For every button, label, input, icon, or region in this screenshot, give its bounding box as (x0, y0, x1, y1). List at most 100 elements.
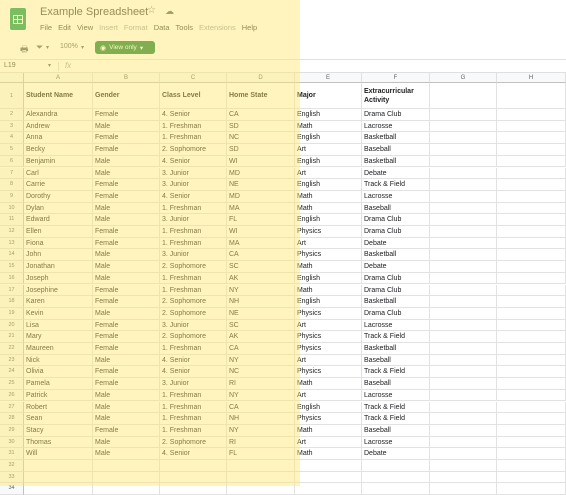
table-cell[interactable] (430, 249, 497, 262)
table-cell[interactable]: Female (93, 378, 160, 390)
star-icon[interactable]: ☆ (147, 5, 156, 16)
table-cell[interactable] (497, 226, 566, 238)
table-cell[interactable] (227, 460, 295, 472)
table-cell[interactable]: John (24, 249, 93, 262)
table-cell[interactable]: Will (24, 448, 93, 460)
table-cell[interactable]: Carrie (24, 179, 93, 191)
table-cell[interactable] (430, 483, 497, 495)
table-cell[interactable] (362, 483, 430, 495)
table-cell[interactable]: Physics (295, 307, 362, 320)
row-header[interactable]: 26 (0, 389, 24, 402)
table-cell[interactable]: Physics (295, 226, 362, 238)
column-header-g[interactable]: G (430, 73, 497, 83)
table-cell[interactable]: Male (93, 448, 160, 460)
table-cell[interactable]: 1. Freshman (160, 401, 227, 414)
table-cell[interactable] (430, 214, 497, 226)
table-cell[interactable] (93, 471, 160, 484)
menu-extensions[interactable]: Extensions (199, 23, 236, 32)
table-cell[interactable]: RI (227, 378, 295, 390)
table-cell[interactable]: 1. Freshman (160, 424, 227, 437)
table-cell[interactable]: Male (93, 413, 160, 425)
table-cell[interactable] (430, 448, 497, 460)
row-header[interactable]: 15 (0, 261, 24, 273)
table-cell[interactable]: 3. Junior (160, 378, 227, 390)
table-cell[interactable]: Joseph (24, 272, 93, 285)
cloud-status-icon[interactable]: ☁ (165, 6, 174, 17)
table-cell[interactable] (227, 471, 295, 484)
table-cell[interactable]: Physics (295, 366, 362, 379)
table-cell[interactable]: 1. Freshman (160, 284, 227, 297)
table-cell[interactable]: Math (295, 378, 362, 390)
row-header[interactable]: 32 (0, 460, 24, 472)
table-cell[interactable]: 2. Sophomore (160, 307, 227, 320)
table-cell[interactable] (497, 249, 566, 262)
chevron-down-icon[interactable]: ▾ (48, 62, 51, 69)
table-cell[interactable]: Female (93, 179, 160, 191)
table-cell[interactable] (295, 471, 362, 484)
row-header[interactable]: 16 (0, 272, 24, 285)
table-cell[interactable] (295, 483, 362, 495)
table-cell[interactable]: SC (227, 319, 295, 332)
table-cell[interactable]: Female (93, 284, 160, 297)
table-cell[interactable]: Male (93, 120, 160, 133)
table-cell[interactable]: Male (93, 261, 160, 273)
table-cell[interactable]: 2. Sophomore (160, 436, 227, 449)
table-cell[interactable]: Drama Club (362, 226, 430, 238)
table-cell[interactable] (24, 471, 93, 484)
table-cell[interactable]: Male (93, 354, 160, 367)
table-cell[interactable] (497, 272, 566, 285)
table-cell[interactable]: AK (227, 272, 295, 285)
table-cell[interactable]: WI (227, 226, 295, 238)
table-cell[interactable]: SC (227, 261, 295, 273)
header-cell[interactable]: Student Name (24, 83, 93, 109)
row-header[interactable]: 7 (0, 167, 24, 180)
header-cell[interactable]: Home State (227, 83, 295, 109)
table-cell[interactable]: English (295, 132, 362, 145)
table-cell[interactable]: 4. Senior (160, 155, 227, 168)
table-cell[interactable]: Lacrosse (362, 190, 430, 203)
row-header[interactable]: 3 (0, 120, 24, 133)
table-cell[interactable]: CA (227, 401, 295, 414)
table-cell[interactable]: 1. Freshman (160, 389, 227, 402)
filter-icon[interactable]: ⏷ (36, 42, 43, 53)
table-cell[interactable]: Art (295, 436, 362, 449)
table-cell[interactable]: Robert (24, 401, 93, 414)
table-cell[interactable]: Math (295, 202, 362, 215)
table-cell[interactable] (430, 144, 497, 156)
table-cell[interactable]: Andrew (24, 120, 93, 133)
table-cell[interactable]: 2. Sophomore (160, 296, 227, 308)
table-cell[interactable]: Lacrosse (362, 120, 430, 133)
column-header-h[interactable]: H (497, 73, 566, 83)
table-cell[interactable]: Kevin (24, 307, 93, 320)
table-cell[interactable] (430, 366, 497, 379)
table-cell[interactable] (430, 424, 497, 437)
table-cell[interactable]: Physics (295, 249, 362, 262)
row-header[interactable]: 2 (0, 109, 24, 121)
select-all-corner[interactable] (0, 73, 24, 83)
row-header[interactable]: 28 (0, 413, 24, 425)
row-header[interactable]: 29 (0, 424, 24, 437)
table-cell[interactable]: English (295, 214, 362, 226)
row-header[interactable]: 20 (0, 319, 24, 332)
row-header[interactable]: 34 (0, 483, 24, 495)
table-cell[interactable]: Female (93, 424, 160, 437)
table-cell[interactable]: Debate (362, 167, 430, 180)
table-cell[interactable]: 1. Freshman (160, 343, 227, 355)
menu-help[interactable]: Help (242, 23, 257, 32)
table-cell[interactable]: Jonathan (24, 261, 93, 273)
table-cell[interactable]: MA (227, 237, 295, 250)
table-cell[interactable]: NE (227, 179, 295, 191)
table-cell[interactable]: Female (93, 331, 160, 343)
menu-format[interactable]: Format (124, 23, 148, 32)
table-cell[interactable]: Thomas (24, 436, 93, 449)
table-cell[interactable]: Female (93, 226, 160, 238)
table-cell[interactable]: Drama Club (362, 272, 430, 285)
table-cell[interactable] (160, 471, 227, 484)
table-cell[interactable]: NH (227, 296, 295, 308)
table-cell[interactable]: Male (93, 202, 160, 215)
table-cell[interactable]: Baseball (362, 424, 430, 437)
table-cell[interactable]: 1. Freshman (160, 226, 227, 238)
table-cell[interactable]: Josephine (24, 284, 93, 297)
table-cell[interactable] (160, 460, 227, 472)
table-cell[interactable]: NY (227, 389, 295, 402)
